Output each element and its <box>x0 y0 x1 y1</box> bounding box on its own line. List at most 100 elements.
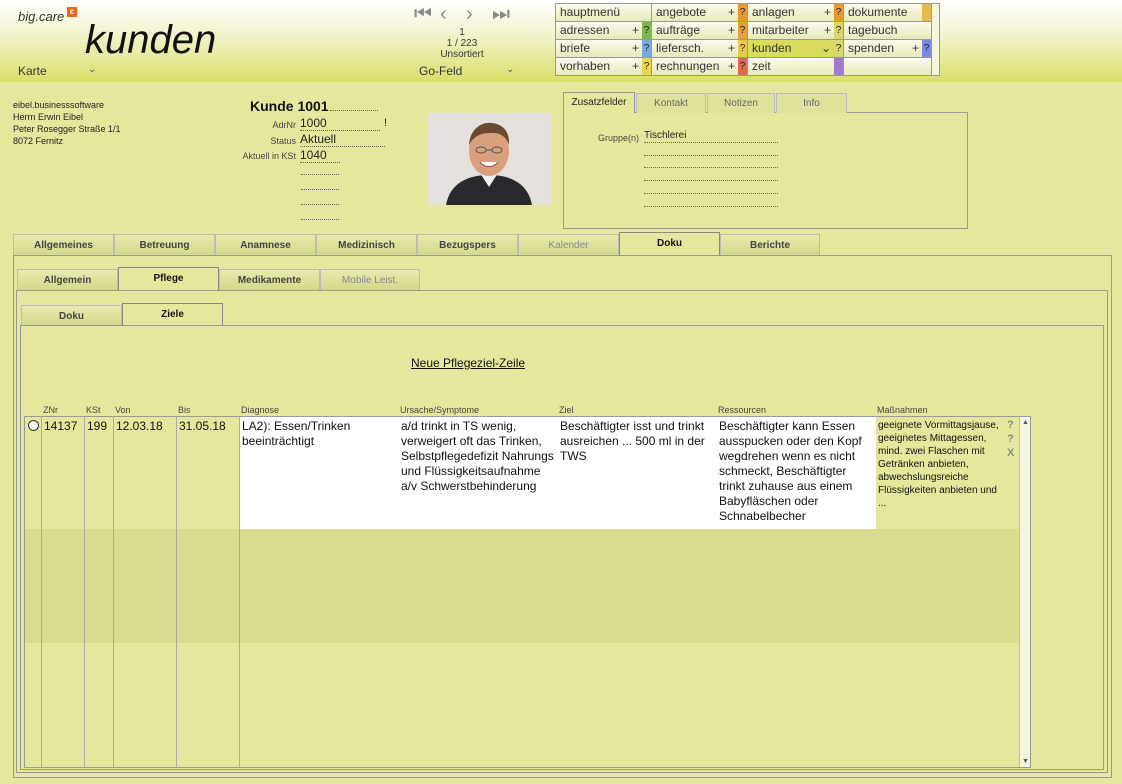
menu-item-liefersch[interactable]: liefersch. +? <box>652 40 748 58</box>
cell-ziel[interactable]: Beschäftigter isst und trinkt ausreichen… <box>558 417 717 529</box>
menu-item-anlagen[interactable]: anlagen +? <box>748 4 844 22</box>
gruppe-line[interactable] <box>644 206 778 207</box>
help-icon[interactable]: ? <box>642 22 651 39</box>
menu-item-vorhaben[interactable]: vorhaben +? <box>556 58 652 76</box>
tab-mobile-leist[interactable]: Mobile Leist. <box>320 269 420 290</box>
tab-medizinisch[interactable]: Medizinisch <box>316 234 417 255</box>
kst-field[interactable]: 1040 <box>300 149 340 163</box>
cell-von[interactable]: 12.03.18 <box>114 417 177 529</box>
menu-item-tagebuch[interactable]: tagebuch <box>844 22 932 40</box>
cell-kst[interactable]: 199 <box>85 417 114 529</box>
cell-znr[interactable]: 14137 <box>42 417 85 529</box>
table-row[interactable]: 14137 199 12.03.18 31.05.18 LA2): Essen/… <box>25 417 1020 529</box>
tab-doku-sub[interactable]: Doku <box>21 305 122 326</box>
menu-item-hauptmenü[interactable]: hauptmenü <box>556 4 652 22</box>
add-icon[interactable]: + <box>728 4 735 21</box>
column-divider <box>239 417 240 767</box>
empty-field[interactable] <box>301 204 339 205</box>
add-icon[interactable]: + <box>728 40 735 57</box>
tab-notizen[interactable]: Notizen <box>707 93 775 113</box>
status-field[interactable]: Aktuell <box>300 133 385 147</box>
help-icon[interactable]: ? <box>1007 419 1014 431</box>
tab-bezugspers[interactable]: Bezugspers <box>417 234 518 255</box>
tab-allgemeines[interactable]: Allgemeines <box>13 234 114 255</box>
cell-ressourcen[interactable]: Beschäftigter kann Essen ausspucken oder… <box>717 417 876 529</box>
menu-item-dokumente[interactable]: dokumente <box>844 4 932 22</box>
go-field-select[interactable]: Go-Feld ⌄ <box>419 64 519 78</box>
last-record-icon[interactable]: ⏭ <box>492 4 510 24</box>
help-icon[interactable]: ? <box>738 40 747 57</box>
help-icon[interactable]: ? <box>738 22 747 39</box>
menu-item-zeit[interactable]: zeit <box>748 58 844 76</box>
tab-pflege[interactable]: Pflege <box>118 267 219 290</box>
view-select[interactable]: Karte ⌄ <box>18 64 98 78</box>
menu-item-kunden[interactable]: kunden ⌄? <box>748 40 844 58</box>
menu-item-briefe[interactable]: briefe +? <box>556 40 652 58</box>
help-icon[interactable]: ? <box>834 40 843 57</box>
add-icon[interactable]: + <box>824 22 831 39</box>
first-record-icon[interactable]: ⏮ <box>414 4 432 24</box>
row-select-radio[interactable] <box>28 420 39 431</box>
help-icon[interactable]: ? <box>834 4 843 21</box>
help-icon[interactable]: ? <box>642 40 651 57</box>
adrnr-field[interactable]: 1000 <box>300 117 380 131</box>
help-icon[interactable]: ? <box>834 22 843 39</box>
gruppe-line[interactable] <box>644 155 778 156</box>
menu-item-mitarbeiter[interactable]: mitarbeiter +? <box>748 22 844 40</box>
add-icon[interactable]: + <box>824 4 831 21</box>
add-icon[interactable]: + <box>632 40 639 57</box>
add-icon[interactable]: + <box>728 22 735 39</box>
gruppe-line[interactable] <box>644 180 778 181</box>
menu-item-spenden[interactable]: spenden +? <box>844 40 932 58</box>
help-icon[interactable]: ? <box>1007 433 1014 445</box>
gruppe-field[interactable]: Tischlerei <box>644 130 686 141</box>
help-icon[interactable]: ? <box>738 58 747 75</box>
help-icon[interactable]: ? <box>642 58 651 75</box>
column-divider <box>41 417 42 767</box>
new-goal-row-link[interactable]: Neue Pflegeziel-Zeile <box>411 356 525 370</box>
empty-field[interactable] <box>301 189 339 190</box>
add-icon[interactable]: + <box>632 58 639 75</box>
menu-item-angebote[interactable]: angebote +? <box>652 4 748 22</box>
empty-field[interactable] <box>301 174 339 175</box>
prev-record-icon[interactable]: ‹ <box>440 4 447 24</box>
tab-berichte[interactable]: Berichte <box>720 234 820 255</box>
gruppe-line[interactable] <box>644 167 778 168</box>
add-icon[interactable]: + <box>912 40 919 57</box>
help-icon[interactable]: ? <box>922 40 931 57</box>
customer-photo[interactable] <box>428 113 551 205</box>
tab-kontakt[interactable]: Kontakt <box>636 93 706 113</box>
empty-field[interactable] <box>301 219 339 220</box>
tab-kalender[interactable]: Kalender <box>518 234 619 255</box>
kst-label: Aktuell in KSt <box>242 151 296 161</box>
chevron-down-icon[interactable]: ⌄ <box>821 40 831 57</box>
col-ziel: Ziel <box>559 405 574 415</box>
tab-medikamente[interactable]: Medikamente <box>219 269 320 290</box>
tab-allgemein[interactable]: Allgemein <box>17 269 118 290</box>
scroll-down-icon[interactable]: ▼ <box>1022 758 1029 765</box>
delete-row-icon[interactable]: X <box>1007 447 1014 459</box>
menu-item-adressen[interactable]: adressen +? <box>556 22 652 40</box>
tab-betreuung[interactable]: Betreuung <box>114 234 215 255</box>
cell-diagnose[interactable]: LA2): Essen/Trinken beeinträchtigt <box>240 417 399 529</box>
gruppe-line[interactable] <box>644 193 778 194</box>
next-record-icon[interactable]: › <box>466 4 473 24</box>
tab-doku[interactable]: Doku <box>619 232 720 255</box>
table-scrollbar[interactable]: ▲ ▼ <box>1019 417 1030 767</box>
cell-massnahmen[interactable]: geeignete Vormittagsjause, geeignetes Mi… <box>876 417 1004 529</box>
tab-anamnese[interactable]: Anamnese <box>215 234 316 255</box>
add-icon[interactable]: + <box>728 58 735 75</box>
menu-item-rechnungen[interactable]: rechnungen +? <box>652 58 748 76</box>
tab-info[interactable]: Info <box>776 93 847 113</box>
tab-zusatzfelder[interactable]: Zusatzfelder <box>563 92 635 113</box>
tab-ziele[interactable]: Ziele <box>122 303 223 326</box>
scroll-up-icon[interactable]: ▲ <box>1022 419 1029 426</box>
help-icon[interactable]: ? <box>738 4 747 21</box>
add-icon[interactable]: + <box>632 22 639 39</box>
gruppe-line[interactable] <box>644 142 778 143</box>
status-label: Status <box>270 136 296 146</box>
cell-bis[interactable]: 31.05.18 <box>177 417 240 529</box>
menu-item-aufträge[interactable]: aufträge +? <box>652 22 748 40</box>
cell-ursache[interactable]: a/d trinkt in TS wenig, verweigert oft d… <box>399 417 558 529</box>
address-line: Peter Rosegger Straße 1/1 <box>13 124 121 134</box>
